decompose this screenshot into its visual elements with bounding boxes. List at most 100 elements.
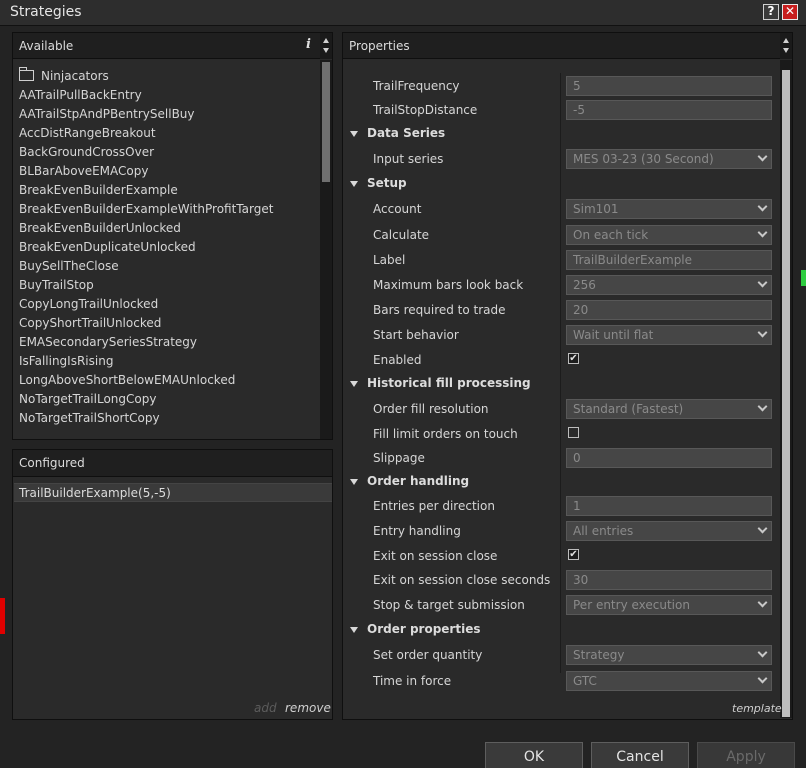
prop-exit-on-close: Exit on session close ✔: [343, 544, 780, 568]
order-fill-resolution-select[interactable]: Standard (Fastest): [566, 399, 772, 419]
collapse-triangle-icon[interactable]: [350, 479, 358, 485]
available-scroll-thumb[interactable]: [322, 62, 330, 182]
exit-on-close-seconds-input[interactable]: 30: [566, 570, 772, 590]
properties-scrollbar[interactable]: [780, 60, 792, 718]
fill-limit-checkbox[interactable]: [568, 427, 579, 438]
list-item[interactable]: EMASecondarySeriesStrategy: [19, 333, 319, 352]
category-label: Order handling: [367, 474, 470, 488]
folder-icon: [19, 67, 34, 81]
scroll-down-icon[interactable]: [323, 48, 329, 53]
prop-set-order-quantity: Set order quantity Strategy: [343, 643, 780, 667]
chevron-down-icon: [757, 327, 768, 338]
chevron-down-icon: [757, 401, 768, 412]
folder-label: Ninjacators: [41, 69, 109, 83]
configured-item[interactable]: TrailBuilderExample(5,-5): [14, 483, 332, 502]
prop-input-series: Input series MES 03-23 (30 Second): [343, 147, 780, 171]
prop-label: Entry handling: [373, 524, 461, 538]
prop-label: Label: [373, 253, 406, 267]
label-input[interactable]: TrailBuilderExample: [566, 250, 772, 270]
chevron-down-icon: [757, 523, 768, 534]
list-item[interactable]: CopyShortTrailUnlocked: [19, 314, 319, 333]
list-item[interactable]: IsFallingIsRising: [19, 352, 319, 371]
list-item[interactable]: NoTargetTrailShortCopy: [19, 409, 319, 428]
collapse-triangle-icon[interactable]: [350, 627, 358, 633]
prop-start-behavior: Start behavior Wait until flat: [343, 323, 780, 347]
category-setup[interactable]: Setup: [343, 172, 780, 196]
list-item-folder[interactable]: Ninjacators: [19, 67, 319, 86]
list-item[interactable]: CopyLongTrailUnlocked: [19, 295, 319, 314]
info-icon[interactable]: i: [306, 37, 311, 52]
bars-required-input[interactable]: 20: [566, 300, 772, 320]
prop-label: Exit on session close seconds: [373, 573, 551, 587]
list-item[interactable]: AccDistRangeBreakout: [19, 124, 319, 143]
collapse-triangle-icon[interactable]: [350, 381, 358, 387]
trail-stop-distance-input[interactable]: -5: [566, 100, 772, 120]
category-order-handling[interactable]: Order handling: [343, 470, 780, 494]
apply-button[interactable]: Apply: [697, 742, 795, 768]
chevron-down-icon: [757, 673, 768, 684]
category-historical[interactable]: Historical fill processing: [343, 372, 780, 396]
input-series-select[interactable]: MES 03-23 (30 Second): [566, 149, 772, 169]
chevron-down-icon: [757, 201, 768, 212]
prop-label-field: Label TrailBuilderExample: [343, 248, 780, 272]
list-item[interactable]: BLBarAboveEMACopy: [19, 162, 319, 181]
available-header: Available i: [13, 33, 332, 59]
remove-link[interactable]: remove: [285, 701, 331, 715]
collapse-triangle-icon[interactable]: [350, 131, 358, 137]
available-header-label: Available: [19, 39, 74, 53]
list-item[interactable]: BreakEvenBuilderUnlocked: [19, 219, 319, 238]
scroll-up-icon[interactable]: [783, 38, 789, 43]
set-order-quantity-select[interactable]: Strategy: [566, 645, 772, 665]
category-data-series[interactable]: Data Series: [343, 122, 780, 146]
entries-per-direction-input[interactable]: 1: [566, 496, 772, 516]
close-icon[interactable]: ✕: [782, 4, 798, 20]
available-header-scroll[interactable]: [320, 33, 332, 59]
max-bars-select[interactable]: 256: [566, 275, 772, 295]
list-item[interactable]: BackGroundCrossOver: [19, 143, 319, 162]
stop-target-submission-select[interactable]: Per entry execution: [566, 595, 772, 615]
ok-button[interactable]: OK: [485, 742, 583, 768]
help-icon[interactable]: ?: [763, 4, 779, 20]
prop-enabled: Enabled ✔: [343, 348, 780, 372]
scroll-up-icon[interactable]: [323, 38, 329, 43]
title-bar[interactable]: Strategies ? ✕: [0, 0, 806, 26]
enabled-checkbox[interactable]: ✔: [568, 353, 579, 364]
calculate-select[interactable]: On each tick: [566, 225, 772, 245]
template-link[interactable]: template: [732, 702, 782, 715]
start-behavior-select[interactable]: Wait until flat: [566, 325, 772, 345]
configured-panel: Configured TrailBuilderExample(5,-5) add…: [12, 449, 333, 720]
list-item[interactable]: NoTargetTrailLongCopy: [19, 390, 319, 409]
list-item[interactable]: BreakEvenDuplicateUnlocked: [19, 238, 319, 257]
list-item[interactable]: BreakEvenBuilderExampleWithProfitTarget: [19, 200, 319, 219]
list-item[interactable]: LongAboveShortBelowEMAUnlocked: [19, 371, 319, 390]
exit-on-close-checkbox[interactable]: ✔: [568, 549, 579, 560]
entry-handling-select[interactable]: All entries: [566, 521, 772, 541]
list-item[interactable]: AATrailPullBackEntry: [19, 86, 319, 105]
scroll-down-icon[interactable]: [783, 48, 789, 53]
time-in-force-select[interactable]: GTC: [566, 671, 772, 691]
prop-max-bars: Maximum bars look back 256: [343, 273, 780, 297]
slippage-input[interactable]: 0: [566, 448, 772, 468]
chevron-down-icon: [757, 277, 768, 288]
account-select[interactable]: Sim101: [566, 199, 772, 219]
trail-frequency-input[interactable]: 5: [566, 76, 772, 96]
properties-header-scroll[interactable]: [780, 33, 792, 59]
cancel-button[interactable]: Cancel: [591, 742, 689, 768]
properties-scroll-thumb[interactable]: [782, 70, 790, 717]
prop-bars-required: Bars required to trade 20: [343, 298, 780, 322]
prop-label: Slippage: [373, 451, 425, 465]
list-item[interactable]: AATrailStpAndPBentrySellBuy: [19, 105, 319, 124]
configured-item-label: TrailBuilderExample(5,-5): [19, 486, 171, 500]
collapse-triangle-icon[interactable]: [350, 181, 358, 187]
list-item[interactable]: BreakEvenBuilderExample: [19, 181, 319, 200]
configured-header-label: Configured: [19, 456, 85, 470]
available-scrollbar[interactable]: [320, 60, 332, 439]
available-list: Ninjacators AATrailPullBackEntry AATrail…: [19, 67, 319, 428]
prop-label: Bars required to trade: [373, 303, 506, 317]
list-item[interactable]: BuySellTheClose: [19, 257, 319, 276]
list-item[interactable]: BuyTrailStop: [19, 276, 319, 295]
add-link[interactable]: add: [254, 701, 277, 715]
category-order-properties[interactable]: Order properties: [343, 618, 780, 642]
properties-panel: Properties TrailFrequency 5 TrailStopDis…: [342, 32, 793, 720]
properties-header-label: Properties: [349, 39, 410, 53]
